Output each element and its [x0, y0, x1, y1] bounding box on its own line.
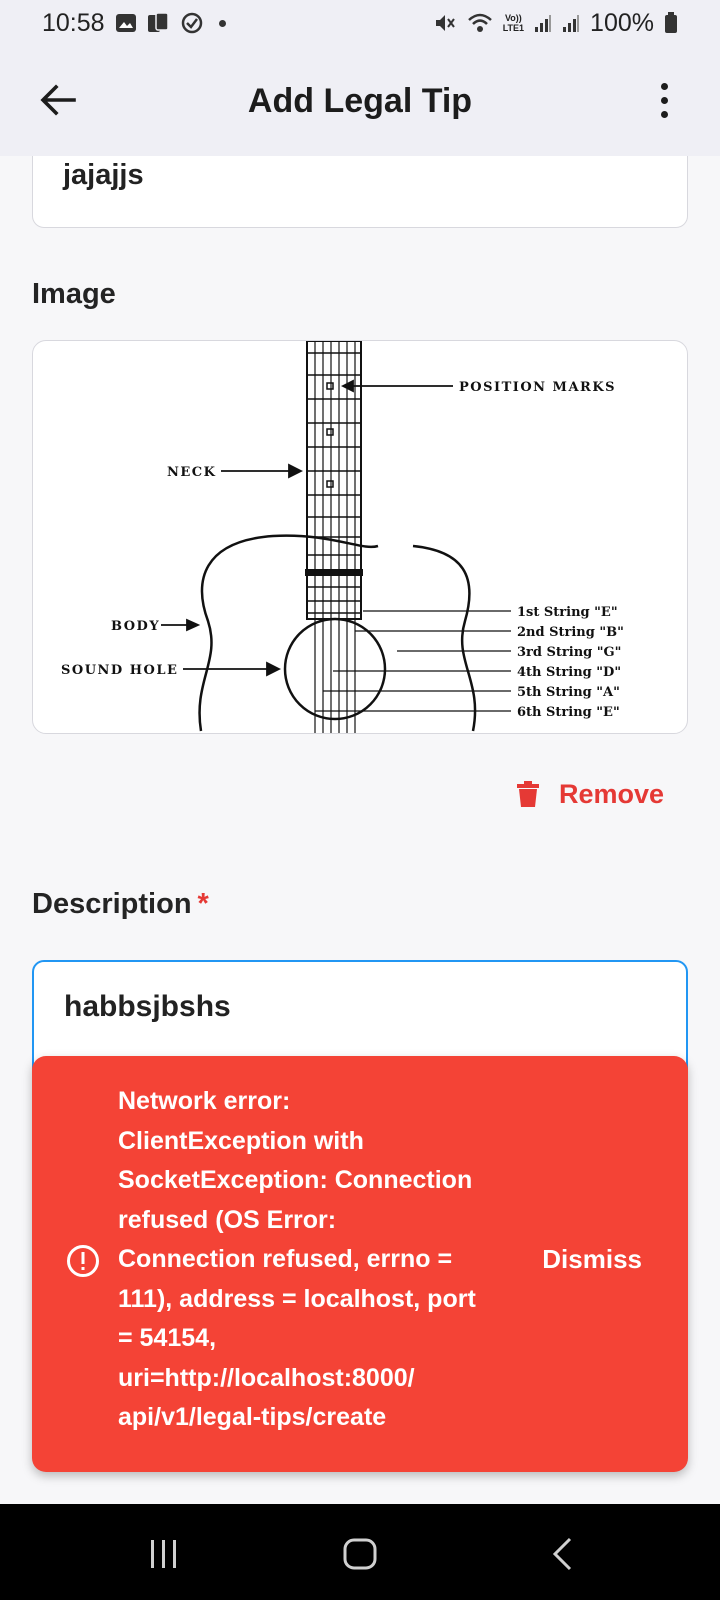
error-outline-icon	[67, 1245, 99, 1277]
string-3-label: 3rd String "G"	[517, 645, 621, 660]
status-bar: 10:58 Vo)) LTE1 100%	[0, 0, 720, 46]
more-vert-icon	[660, 82, 668, 90]
mute-icon	[433, 12, 457, 34]
signal-1-icon	[534, 13, 552, 33]
battery-icon	[664, 12, 678, 34]
device-notification-icon	[147, 12, 171, 34]
trash-icon	[516, 781, 539, 807]
gallery-icon	[115, 12, 137, 34]
description-label: Description *	[32, 888, 209, 920]
remove-label: Remove	[558, 778, 664, 809]
status-left: 10:58	[42, 9, 226, 38]
page-title: Add Legal Tip	[247, 81, 473, 120]
system-nav-bar	[0, 1504, 720, 1600]
string-5-label: 5th String "A"	[517, 685, 620, 700]
neck-label: NECK	[167, 465, 216, 480]
recent-apps-button[interactable]	[144, 1534, 184, 1574]
recents-icon	[151, 1540, 176, 1568]
string-2-label: 2nd String "B"	[517, 625, 624, 640]
remove-image-button[interactable]: Remove	[516, 774, 664, 814]
image-label: Image	[32, 278, 116, 310]
wifi-icon	[467, 12, 493, 34]
snackbar-message: Network error: ClientException with Sock…	[118, 1087, 476, 1431]
check-sync-icon	[181, 12, 203, 34]
title-input[interactable]: jajajjs	[32, 156, 688, 228]
battery-percent: 100%	[590, 8, 654, 37]
signal-2-icon	[562, 13, 580, 33]
position-marks-label: POSITION MARKS	[459, 380, 616, 395]
string-6-label: 6th String "E"	[517, 705, 620, 720]
status-time: 10:58	[42, 8, 105, 37]
required-marker: *	[197, 888, 209, 920]
arrow-left-icon	[40, 84, 76, 116]
volte-label: Vo)) LTE1	[502, 13, 525, 33]
back-button[interactable]	[34, 76, 82, 124]
home-button[interactable]	[340, 1534, 380, 1574]
dismiss-button[interactable]: Dismiss	[542, 1244, 642, 1275]
sound-hole-label: SOUND HOLE	[61, 663, 178, 678]
string-1-label: 1st String "E"	[517, 605, 618, 620]
app-bar: Add Legal Tip	[0, 46, 720, 156]
status-right: Vo)) LTE1 100%	[433, 9, 678, 38]
body-label: BODY	[111, 619, 160, 634]
image-preview[interactable]: POSITION MARKS NECK BODY SOUND HOLE 1st …	[32, 340, 688, 734]
home-icon	[343, 1538, 377, 1570]
guitar-diagram-image: POSITION MARKS NECK BODY SOUND HOLE 1st …	[61, 341, 624, 733]
more-options-button[interactable]	[648, 76, 680, 124]
string-4-label: 4th String "D"	[517, 665, 621, 680]
notification-dot-icon	[218, 19, 226, 27]
system-back-button[interactable]	[542, 1534, 582, 1574]
error-snackbar: Network error: ClientException with Sock…	[32, 1056, 688, 1472]
chevron-left-icon	[552, 1537, 572, 1571]
